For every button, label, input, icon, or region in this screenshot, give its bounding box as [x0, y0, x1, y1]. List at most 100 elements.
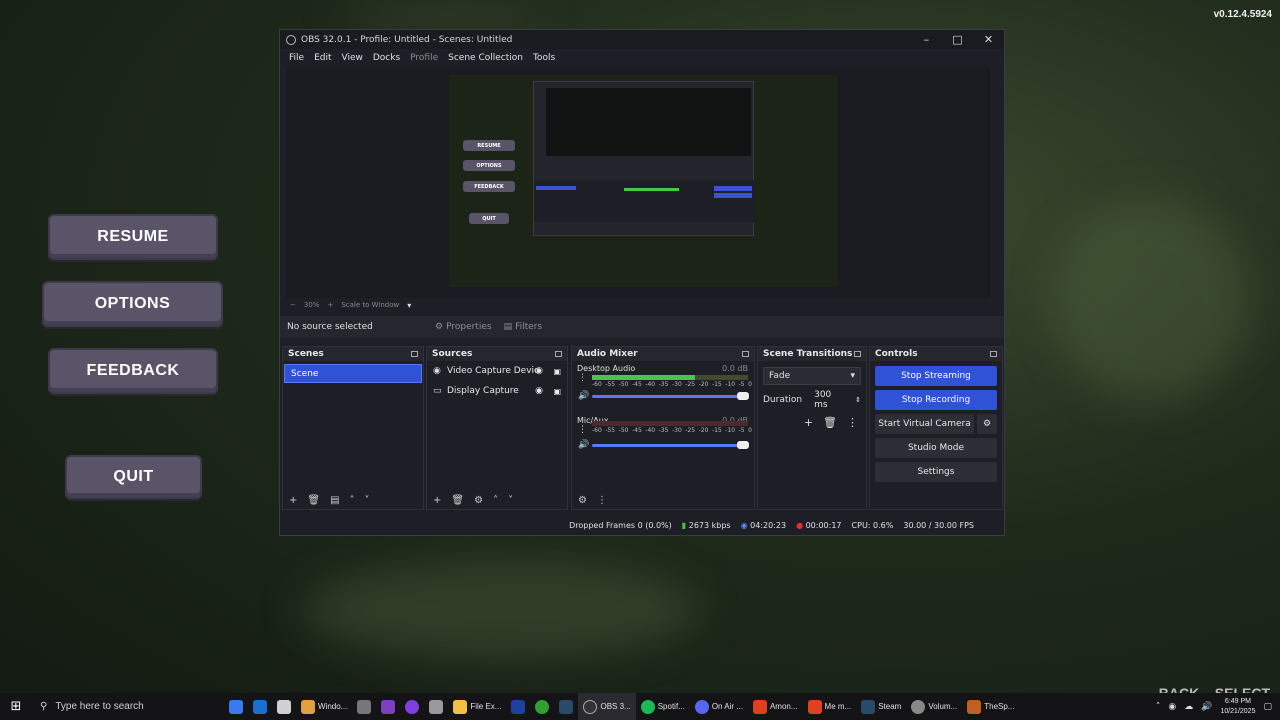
- trash-icon[interactable]: 🗑: [823, 416, 837, 429]
- menu-scene-collection[interactable]: Scene Collection: [443, 53, 528, 63]
- clock[interactable]: 6:49 PM 10/21/2025: [1220, 697, 1255, 717]
- mail-icon[interactable]: [506, 693, 530, 720]
- duration-input[interactable]: 300 ms: [810, 390, 847, 410]
- preview-area[interactable]: RESUME OPTIONS FEEDBACK QUIT: [286, 68, 990, 298]
- filters-button[interactable]: ▤ Filters: [498, 322, 549, 332]
- properties-button[interactable]: ⚙ Properties: [429, 322, 498, 332]
- speaker-icon[interactable]: 🔊: [578, 391, 589, 401]
- float-icon[interactable]: [854, 351, 861, 357]
- volume-slider[interactable]: [592, 444, 748, 447]
- volume-slider-knob[interactable]: [737, 441, 749, 449]
- float-icon[interactable]: [411, 351, 418, 357]
- zoom-out-icon[interactable]: −: [290, 301, 296, 309]
- add-icon[interactable]: +: [804, 416, 813, 429]
- taskbar-app[interactable]: On Air ...: [690, 693, 748, 720]
- taskbar-app[interactable]: Me m...: [803, 693, 857, 720]
- quit-button[interactable]: QUIT: [65, 455, 202, 499]
- store-icon[interactable]: [272, 693, 296, 720]
- stop-recording-button[interactable]: Stop Recording: [875, 390, 997, 410]
- more-icon[interactable]: ⋮: [597, 495, 607, 506]
- transition-select[interactable]: Fade ▾: [763, 367, 861, 385]
- add-icon[interactable]: +: [289, 495, 297, 506]
- chevron-down-icon[interactable]: ˅: [508, 495, 513, 506]
- add-icon[interactable]: +: [433, 495, 441, 506]
- resume-button[interactable]: RESUME: [48, 214, 218, 260]
- taskbar-app[interactable]: Windo...: [296, 693, 352, 720]
- trash-icon[interactable]: 🗑: [307, 495, 320, 506]
- menu-tools[interactable]: Tools: [528, 53, 560, 63]
- taskbar-app[interactable]: OBS 3...: [578, 693, 636, 720]
- meter-ticks: -60 -55 -50 -45 -40 -35 -30 -25 -20 -15 -10 -5 0: [592, 427, 752, 434]
- duration-stepper-icon[interactable]: ⇕: [855, 396, 861, 404]
- cortana-icon[interactable]: [400, 693, 424, 720]
- scene-list-item[interactable]: Scene: [284, 364, 422, 383]
- menu-edit[interactable]: Edit: [309, 53, 336, 63]
- more-icon[interactable]: ⋮: [578, 425, 587, 435]
- taskbar-app[interactable]: TheSp...: [962, 693, 1019, 720]
- more-icon[interactable]: ⋮: [847, 416, 858, 429]
- taskbar-app[interactable]: Volum...: [906, 693, 962, 720]
- taskbar-search[interactable]: ⚲ Type here to search: [32, 693, 224, 720]
- outlook-icon[interactable]: [248, 693, 272, 720]
- source-item[interactable]: ▭ Display Capture ◉ ▣: [427, 381, 567, 401]
- taskbar-app[interactable]: Steam: [856, 693, 906, 720]
- eye-icon[interactable]: ◉: [535, 386, 543, 396]
- options-button[interactable]: OPTIONS: [42, 281, 223, 327]
- windows-start-icon[interactable]: ⊞: [0, 693, 32, 720]
- speaker-icon[interactable]: 🔊: [578, 440, 589, 450]
- taskbar-app[interactable]: Spotif...: [636, 693, 690, 720]
- zoom-dropdown-icon[interactable]: ▾: [407, 301, 411, 310]
- speaker-icon[interactable]: 🔊: [1201, 702, 1212, 712]
- taskbar-app-label: Spotif...: [657, 702, 685, 711]
- source-item[interactable]: ◉ Video Capture Devic ◉ ▣: [427, 361, 567, 381]
- gear-icon[interactable]: ⚙: [977, 414, 997, 434]
- lock-icon[interactable]: ▣: [553, 387, 561, 396]
- float-icon[interactable]: [990, 351, 997, 357]
- settings-button[interactable]: Settings: [875, 462, 997, 482]
- stop-streaming-button[interactable]: Stop Streaming: [875, 366, 997, 386]
- copilot-icon[interactable]: [224, 693, 248, 720]
- lock-icon[interactable]: ▣: [553, 367, 561, 376]
- menu-view[interactable]: View: [337, 53, 368, 63]
- notification-icon[interactable]: ▢: [1263, 702, 1272, 712]
- float-icon[interactable]: [555, 351, 562, 357]
- volume-slider[interactable]: [592, 395, 748, 398]
- feedback-button[interactable]: FEEDBACK: [48, 348, 218, 394]
- obs-window-title: OBS 32.0.1 - Profile: Untitled - Scenes:…: [301, 34, 513, 45]
- taskbar-app[interactable]: Amon...: [748, 693, 803, 720]
- chevron-up-icon[interactable]: ˄: [493, 495, 498, 506]
- app-glyph-icon: [301, 699, 315, 714]
- eye-icon[interactable]: ◉: [535, 366, 543, 376]
- trash-icon[interactable]: 🗑: [451, 495, 464, 506]
- chevron-up-icon[interactable]: ˄: [350, 495, 355, 506]
- more-icon[interactable]: ⋮: [578, 373, 587, 383]
- media-icon[interactable]: [376, 693, 400, 720]
- steam-small-icon[interactable]: [554, 693, 578, 720]
- zoom-mode[interactable]: Scale to Window: [341, 301, 399, 309]
- chevron-down-icon[interactable]: ˅: [365, 495, 370, 506]
- studio-mode-button[interactable]: Studio Mode: [875, 438, 997, 458]
- start-virtual-camera-button[interactable]: Start Virtual Camera: [875, 414, 974, 434]
- float-icon[interactable]: [742, 351, 749, 357]
- maximize-icon[interactable]: □: [942, 30, 973, 49]
- filter-icon[interactable]: ▤: [330, 495, 339, 506]
- network-icon[interactable]: ☁: [1184, 702, 1193, 712]
- camera-icon[interactable]: [352, 693, 376, 720]
- chevron-up-icon[interactable]: ˄: [1156, 702, 1161, 712]
- zoom-in-icon[interactable]: +: [327, 301, 333, 309]
- menu-file[interactable]: File: [284, 53, 309, 63]
- snip-icon[interactable]: [424, 693, 448, 720]
- preview-canvas[interactable]: RESUME OPTIONS FEEDBACK QUIT: [449, 75, 838, 293]
- preview-feedback: FEEDBACK: [463, 181, 515, 192]
- menu-docks[interactable]: Docks: [368, 53, 405, 63]
- record-icon[interactable]: ◉: [1168, 702, 1176, 712]
- close-icon[interactable]: ✕: [973, 30, 1004, 49]
- minimize-icon[interactable]: –: [911, 30, 942, 49]
- xbox-icon[interactable]: [530, 693, 554, 720]
- menu-profile[interactable]: Profile: [405, 53, 443, 63]
- mixer-settings-icon[interactable]: ⚙: [578, 495, 587, 506]
- gear-icon[interactable]: ⚙: [474, 495, 483, 506]
- obs-titlebar[interactable]: OBS 32.0.1 - Profile: Untitled - Scenes:…: [280, 30, 1004, 49]
- volume-slider-knob[interactable]: [737, 392, 749, 400]
- taskbar-app[interactable]: File Ex...: [448, 693, 506, 720]
